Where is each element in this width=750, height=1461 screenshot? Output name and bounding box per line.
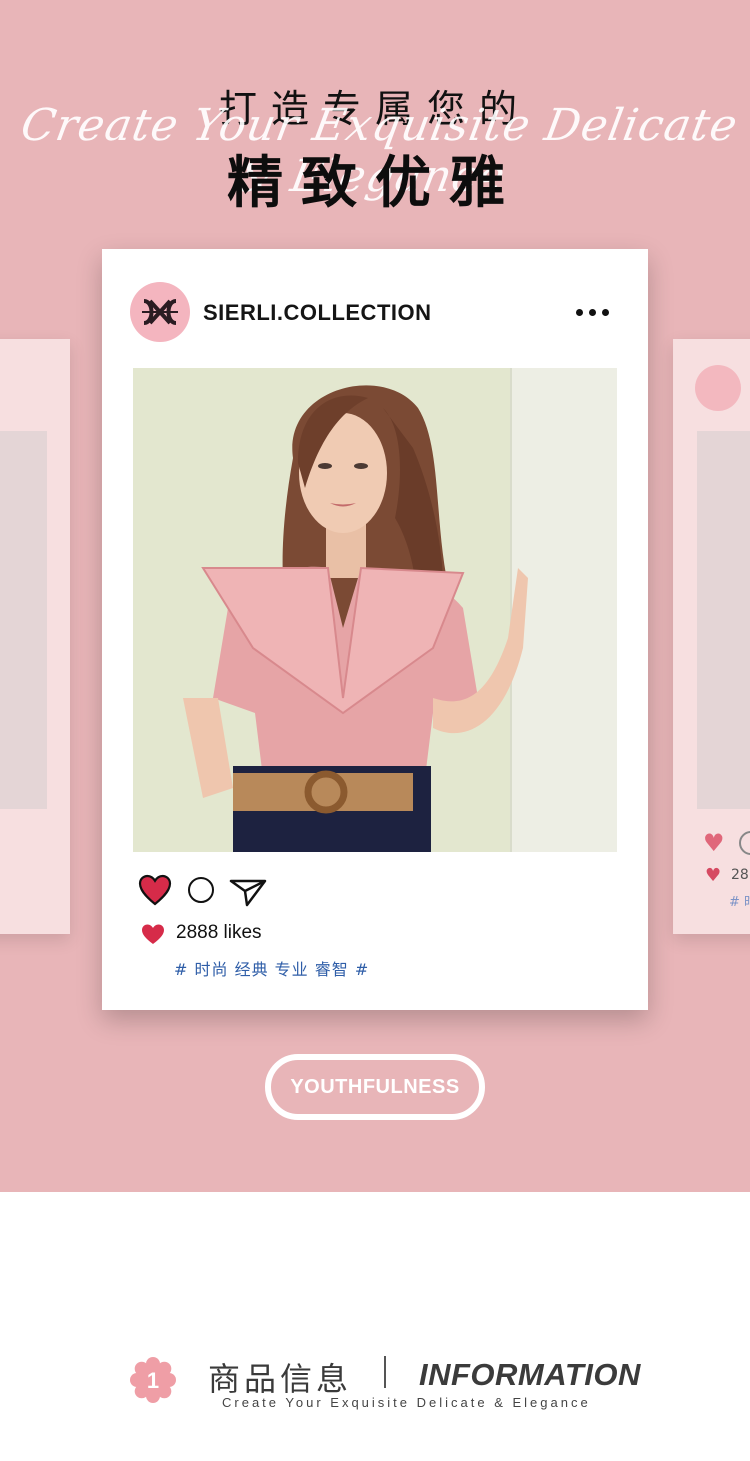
divider	[384, 1356, 386, 1388]
side-card-tags: # 时	[729, 895, 750, 910]
more-dots-icon[interactable]	[576, 302, 616, 322]
heart-icon	[142, 924, 164, 944]
avatar[interactable]	[130, 282, 190, 342]
heart-icon: ♥	[705, 865, 722, 886]
heart-icon: ♥	[703, 829, 725, 857]
info-title-cn: 商品信息	[208, 1360, 353, 1398]
headline-main: 精致优雅	[227, 151, 523, 216]
flower-number-icon: 1	[130, 1357, 176, 1403]
post-photo	[133, 368, 617, 852]
side-card-right: ♥ ♥ 28 # 时	[673, 339, 750, 934]
username[interactable]: SIERLI.COLLECTION	[203, 300, 432, 326]
like-heart-icon[interactable]	[138, 874, 172, 906]
youthfulness-badge: YOUTHFULNESS	[265, 1054, 485, 1120]
post-card: SIERLI.COLLECTION 2888 likes # 时尚 经典 专业 …	[102, 249, 648, 1010]
side-card-likes: 28	[731, 867, 749, 883]
send-icon[interactable]	[229, 877, 267, 907]
comment-icon	[739, 831, 750, 855]
side-card-left	[0, 339, 70, 934]
likes-count: 2888 likes	[176, 922, 262, 943]
comment-icon[interactable]	[188, 877, 214, 903]
side-card-image	[0, 431, 47, 809]
side-card-avatar	[695, 365, 741, 411]
info-number: 1	[147, 1368, 159, 1393]
badge-label: YOUTHFULNESS	[290, 1075, 460, 1098]
side-card-image	[697, 431, 750, 809]
info-header: 1 商品信息 INFORMATION Create Your Exquisite…	[0, 1330, 750, 1440]
hero-section: 打造专属您的 Create Your Exquisite Delicate & …	[0, 0, 750, 1192]
hashtags[interactable]: # 时尚 经典 专业 睿智 #	[174, 956, 369, 980]
info-subtitle: Create Your Exquisite Delicate & Eleganc…	[222, 1395, 591, 1410]
info-title-en: INFORMATION	[419, 1357, 641, 1392]
brand-logo-icon	[142, 299, 178, 325]
